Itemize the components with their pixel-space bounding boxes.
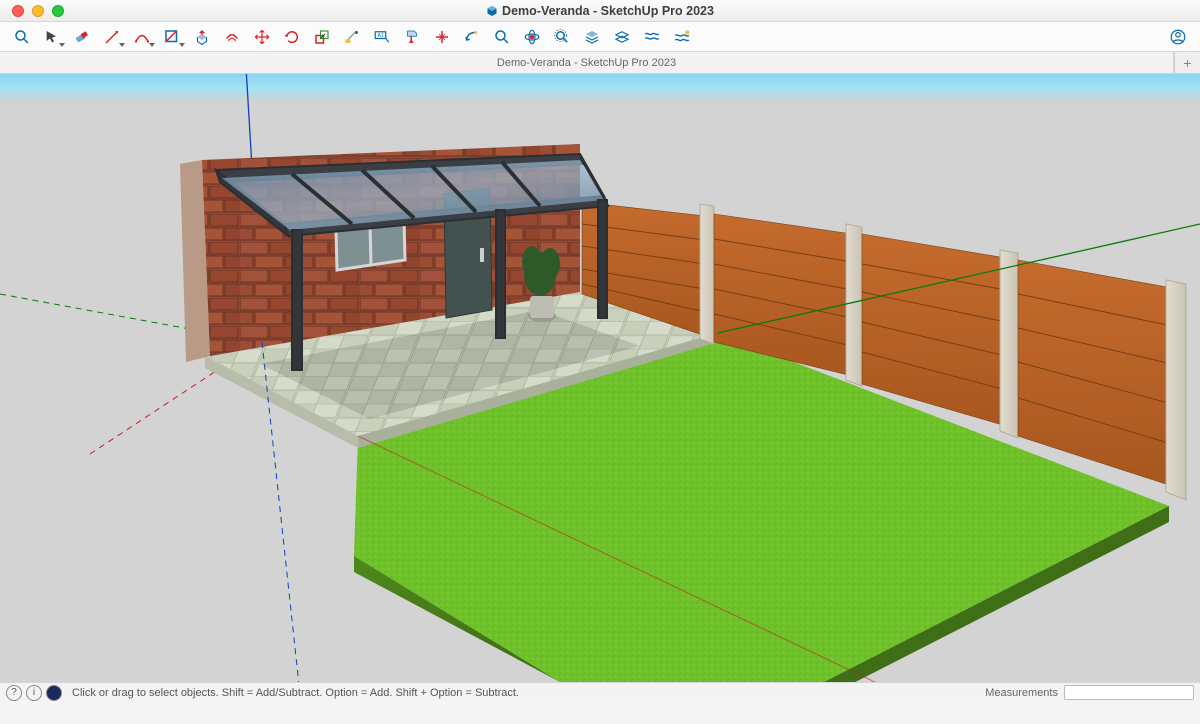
main-toolbar: A1 <box>0 22 1200 52</box>
status-bar: ? i Click or drag to select objects. Shi… <box>0 682 1200 702</box>
rotate-tool[interactable] <box>278 24 306 50</box>
document-tabs: Demo-Veranda - SketchUp Pro 2023 + <box>0 52 1200 74</box>
arc-tool[interactable] <box>128 24 156 50</box>
window-title: Demo-Veranda - SketchUp Pro 2023 <box>0 4 1200 18</box>
profile-toggle-icon[interactable] <box>46 685 62 701</box>
zoom-extents-tool[interactable] <box>548 24 576 50</box>
minimize-button[interactable] <box>32 5 44 17</box>
outliner-tool[interactable] <box>608 24 636 50</box>
section-tool[interactable] <box>428 24 456 50</box>
measurements-label: Measurements <box>985 687 1058 699</box>
plant-pot <box>530 296 554 318</box>
maxrestore-button[interactable] <box>52 5 64 17</box>
offset-tool[interactable] <box>218 24 246 50</box>
credits-toggle-icon[interactable]: i <box>26 685 42 701</box>
eraser-tool[interactable] <box>68 24 96 50</box>
tab-active[interactable]: Demo-Veranda - SketchUp Pro 2023 <box>0 52 1174 73</box>
scale-tool[interactable] <box>308 24 336 50</box>
geo-toggle-icon[interactable]: ? <box>6 685 22 701</box>
paint-tool[interactable] <box>398 24 426 50</box>
svg-text:A1: A1 <box>378 33 385 39</box>
fence-post <box>1000 250 1018 438</box>
titlebar: Demo-Veranda - SketchUp Pro 2023 <box>0 0 1200 22</box>
orbit-tool[interactable] <box>518 24 546 50</box>
sketchup-logo-icon <box>486 5 498 17</box>
door-handle <box>480 248 484 262</box>
close-button[interactable] <box>12 5 24 17</box>
fence-post <box>700 204 714 344</box>
pushpull-tool[interactable] <box>188 24 216 50</box>
line-tool[interactable] <box>98 24 126 50</box>
fence-post <box>1166 280 1186 500</box>
window-controls <box>0 5 64 17</box>
tape-tool[interactable] <box>338 24 366 50</box>
follow-tool[interactable] <box>458 24 486 50</box>
status-help-text: Click or drag to select objects. Shift =… <box>72 687 519 699</box>
extensions-tool[interactable] <box>668 24 696 50</box>
scene-svg <box>0 74 1200 682</box>
styles-tool[interactable] <box>638 24 666 50</box>
measurements-input[interactable] <box>1064 685 1194 700</box>
linestyle-tool[interactable] <box>158 24 186 50</box>
text-tool[interactable]: A1 <box>368 24 396 50</box>
add-tab-button[interactable]: + <box>1174 52 1200 73</box>
model-viewport[interactable] <box>0 74 1200 682</box>
fence-post <box>846 224 862 386</box>
search-icon[interactable] <box>8 24 36 50</box>
select-tool[interactable] <box>38 24 66 50</box>
layers-tool[interactable] <box>578 24 606 50</box>
move-tool[interactable] <box>248 24 276 50</box>
user-account-icon[interactable] <box>1164 24 1192 50</box>
zoom-tool[interactable] <box>488 24 516 50</box>
